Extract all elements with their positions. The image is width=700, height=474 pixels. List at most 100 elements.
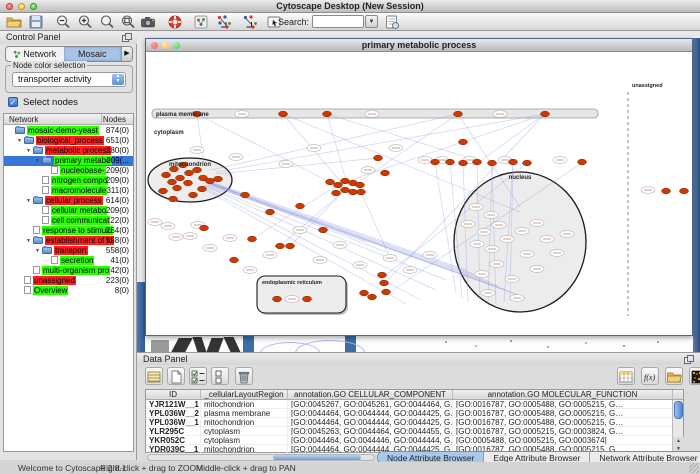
select-nodes-checkbox[interactable]: ✓ bbox=[8, 97, 18, 107]
edge[interactable] bbox=[197, 114, 204, 164]
transporter-node[interactable] bbox=[286, 243, 295, 249]
delete-attribute-icon[interactable] bbox=[235, 367, 253, 385]
tree-row[interactable]: response to stimulu264(0) bbox=[4, 226, 133, 236]
transporter-node[interactable] bbox=[381, 170, 390, 176]
transporter-node[interactable] bbox=[266, 209, 275, 215]
network-window-titlebar[interactable]: primary metabolic process bbox=[146, 39, 692, 52]
float-panel-icon[interactable] bbox=[122, 33, 132, 42]
expander-icon[interactable]: ▼ bbox=[17, 136, 24, 146]
transporter-node[interactable] bbox=[454, 111, 463, 117]
tree-row[interactable]: ▼biological_process651(0) bbox=[4, 136, 133, 146]
transporter-node[interactable] bbox=[368, 294, 377, 300]
transporter-node[interactable] bbox=[173, 185, 182, 191]
transporter-node[interactable] bbox=[168, 179, 177, 185]
transporter-node[interactable] bbox=[276, 243, 285, 249]
transporter-node[interactable] bbox=[206, 178, 215, 184]
tree-row[interactable]: multi-organism pro42(0) bbox=[4, 266, 133, 276]
search-input[interactable] bbox=[312, 15, 364, 28]
transporter-node[interactable] bbox=[541, 111, 550, 117]
transporter-node[interactable] bbox=[578, 159, 587, 165]
transporter-node[interactable] bbox=[248, 236, 257, 242]
tab-mosaic[interactable]: Mosaic bbox=[64, 47, 122, 61]
transporter-node[interactable] bbox=[459, 160, 468, 166]
open-folder-icon[interactable] bbox=[6, 14, 22, 30]
column-header[interactable]: ID bbox=[146, 390, 201, 399]
search-dropdown-button[interactable]: ▼ bbox=[365, 15, 378, 28]
edge[interactable] bbox=[216, 158, 378, 174]
zoom-out-icon[interactable] bbox=[55, 14, 71, 30]
search-advanced-icon[interactable] bbox=[384, 14, 400, 30]
transporter-node[interactable] bbox=[230, 257, 239, 263]
transporter-node[interactable] bbox=[159, 188, 168, 194]
table-row[interactable]: YKR052Ccytoplasm[GO:0044464, GO:0044446,… bbox=[146, 436, 683, 445]
tree-row[interactable]: ▼transport558(0) bbox=[4, 246, 133, 256]
resize-grip[interactable] bbox=[689, 463, 699, 473]
transporter-node[interactable] bbox=[303, 296, 312, 302]
transporter-node[interactable] bbox=[380, 280, 389, 286]
transporter-node[interactable] bbox=[341, 187, 350, 193]
horizontal-scrollbar[interactable] bbox=[147, 454, 375, 461]
transporter-node[interactable] bbox=[360, 290, 369, 296]
transporter-node[interactable] bbox=[200, 225, 209, 231]
transporter-node[interactable] bbox=[193, 167, 202, 173]
transporter-node[interactable] bbox=[374, 155, 383, 161]
transporter-node[interactable] bbox=[523, 160, 532, 166]
save-icon[interactable] bbox=[28, 14, 44, 30]
transporter-node[interactable] bbox=[162, 172, 171, 178]
transporter-node[interactable] bbox=[356, 182, 365, 188]
transporter-node[interactable] bbox=[488, 160, 497, 166]
expander-icon[interactable]: ▼ bbox=[35, 246, 42, 256]
column-header[interactable]: _cellularLayoutRegion bbox=[201, 390, 288, 399]
vertical-scrollbar[interactable]: ▲▼ bbox=[672, 400, 683, 453]
transporter-node[interactable] bbox=[349, 189, 358, 195]
zoom-view-button[interactable] bbox=[173, 42, 180, 49]
formula-icon[interactable]: f(x) bbox=[641, 367, 659, 385]
transporter-node[interactable] bbox=[185, 170, 194, 176]
close-window-button[interactable] bbox=[6, 3, 13, 10]
transporter-node[interactable] bbox=[326, 179, 335, 185]
tree-row[interactable]: macromolecule311(0) bbox=[4, 186, 133, 196]
tree-row[interactable]: ▼metabolic process280(0) bbox=[4, 146, 133, 156]
transporter-node[interactable] bbox=[279, 111, 288, 117]
table-row[interactable]: YPL036W__1mitochondrion[GO:0044464, GO:0… bbox=[146, 418, 683, 427]
transporter-node[interactable] bbox=[273, 296, 282, 302]
column-header[interactable]: annotation.GO MOLECULAR_FUNCTION bbox=[453, 390, 673, 399]
transporter-node[interactable] bbox=[473, 159, 482, 165]
node-color-dropdown[interactable]: transporter activity ▲▼ bbox=[12, 72, 126, 87]
import-attributes-icon[interactable] bbox=[665, 367, 683, 385]
zoom-selected-icon[interactable] bbox=[99, 14, 115, 30]
expander-icon[interactable]: ▼ bbox=[35, 156, 42, 166]
attribute-table-icon[interactable] bbox=[617, 367, 635, 385]
transporter-node[interactable] bbox=[459, 139, 468, 145]
transporter-node[interactable] bbox=[662, 188, 671, 194]
tree-row[interactable]: cellular metabo209(0) bbox=[4, 206, 133, 216]
transporter-node[interactable] bbox=[189, 192, 198, 198]
transporter-node[interactable] bbox=[332, 190, 341, 196]
tree-row[interactable]: Overview8(0) bbox=[4, 286, 133, 296]
matrix-view-icon[interactable] bbox=[689, 367, 700, 385]
transporter-node[interactable] bbox=[319, 227, 328, 233]
transporter-node[interactable] bbox=[357, 189, 366, 195]
tree-row[interactable]: nitrogen compo209(0) bbox=[4, 176, 133, 186]
transporter-node[interactable] bbox=[446, 159, 455, 165]
select-all-attributes-icon[interactable] bbox=[189, 367, 207, 385]
transporter-node[interactable] bbox=[169, 196, 178, 202]
edge[interactable] bbox=[327, 114, 346, 180]
select-attributes-icon[interactable] bbox=[145, 367, 163, 385]
network-overview-icon[interactable] bbox=[193, 14, 209, 30]
tab-network[interactable]: Network bbox=[6, 47, 64, 61]
scrollbar-thumb[interactable] bbox=[273, 455, 361, 460]
more-tabs-arrow-icon[interactable]: ▶ bbox=[121, 47, 132, 61]
transporter-node[interactable] bbox=[241, 192, 250, 198]
unselect-all-attributes-icon[interactable] bbox=[211, 367, 229, 385]
zoom-in-icon[interactable] bbox=[77, 14, 93, 30]
expander-icon[interactable]: ▼ bbox=[26, 196, 33, 206]
transporter-node[interactable] bbox=[184, 180, 193, 186]
transporter-node[interactable] bbox=[176, 175, 185, 181]
tree-row[interactable]: ▼primary metabo209(... bbox=[4, 156, 133, 166]
transporter-node[interactable] bbox=[378, 272, 387, 278]
snapshot-camera-icon[interactable] bbox=[140, 14, 156, 30]
zoom-window-button[interactable] bbox=[30, 3, 37, 10]
transporter-node[interactable] bbox=[296, 203, 305, 209]
tree-row[interactable]: nucleobase-209(0) bbox=[4, 166, 133, 176]
